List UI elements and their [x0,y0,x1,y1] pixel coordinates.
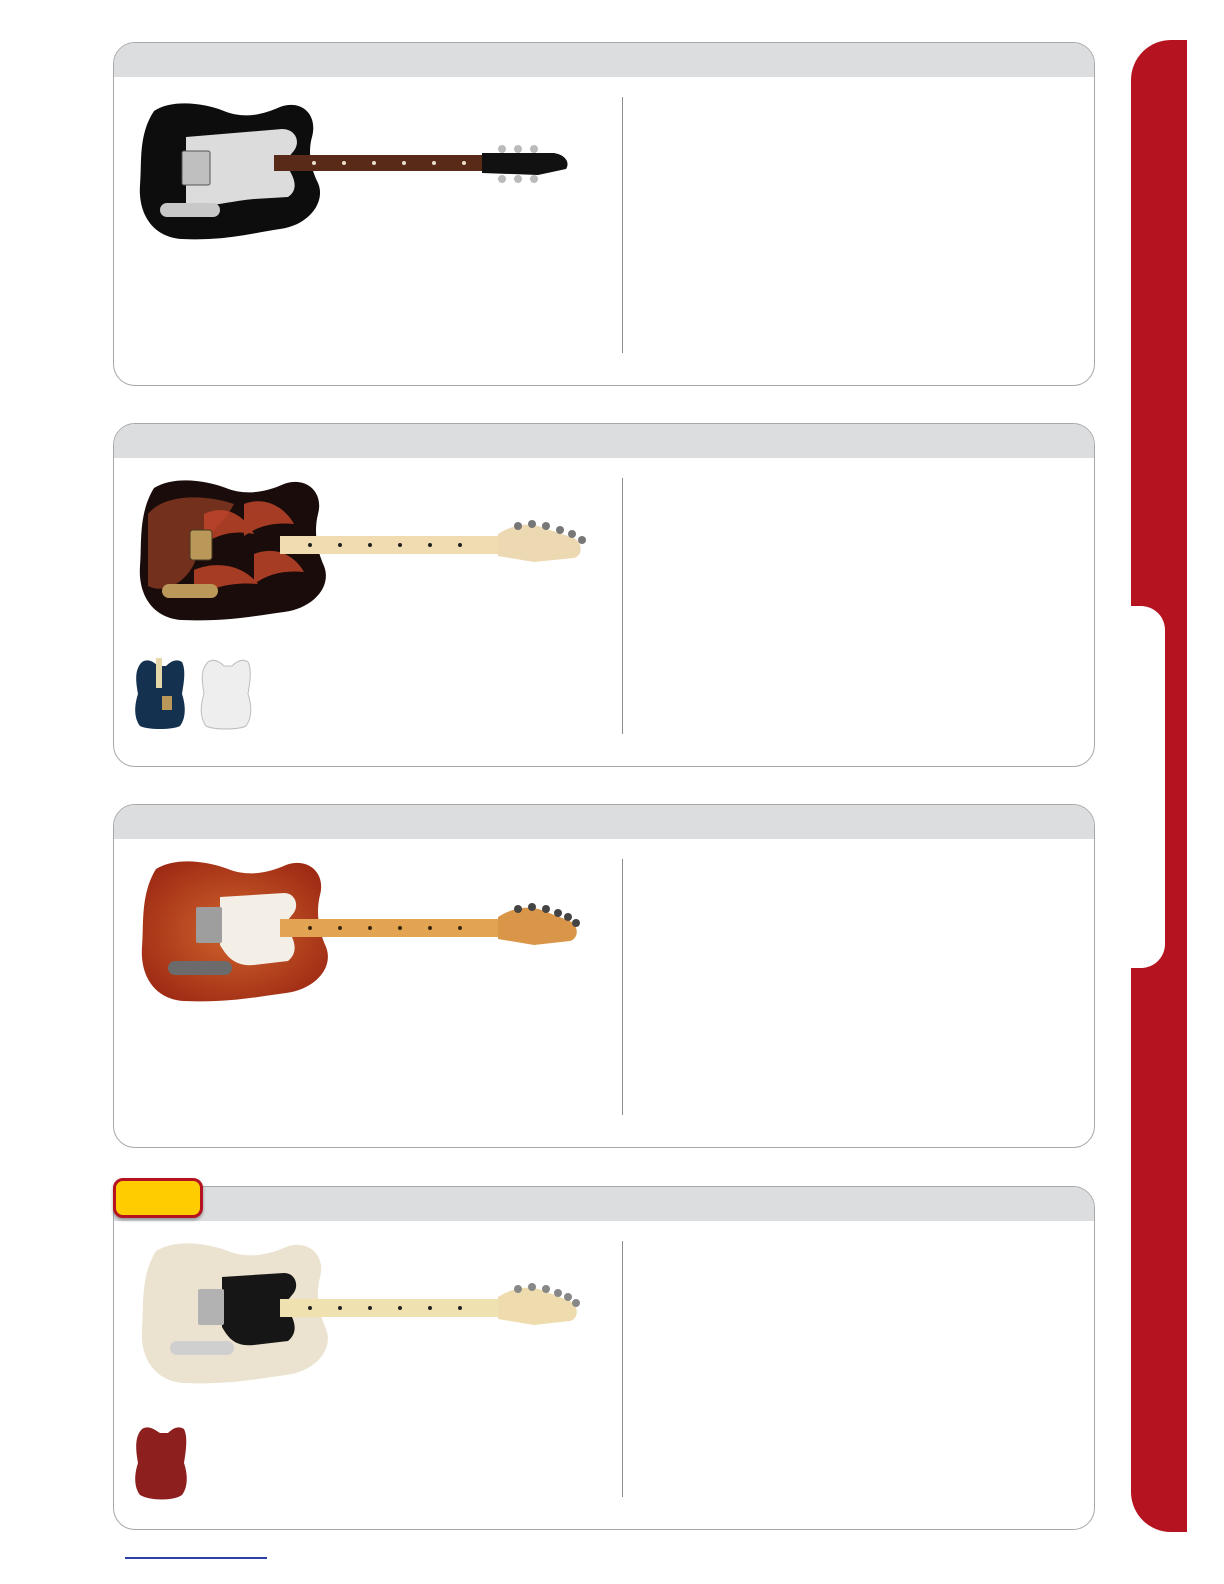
footer-link-underline[interactable] [125,1557,267,1559]
color-swatch-white [200,659,252,730]
panel-header [114,424,1094,458]
new-badge [113,1178,203,1218]
product-panel-2 [113,423,1095,767]
panel-header [114,805,1094,839]
product-panel-1 [113,42,1095,386]
side-tab-notch [1131,606,1165,968]
panel-divider [622,859,623,1115]
guitar-image-black-telecaster [139,103,568,240]
product-panel-4 [113,1186,1095,1530]
panel-divider [622,97,623,353]
panel-header [114,1187,1094,1221]
guitar-image-cherry-telecaster [141,861,580,1002]
panel-header [114,43,1094,77]
guitar-image-blonde-telecaster [141,1243,580,1384]
color-swatch-blue-paisley [135,658,185,729]
panel-divider [622,478,623,734]
color-swatch-dark-red [135,1427,187,1500]
product-panel-3 [113,804,1095,1148]
panel-divider [622,1241,623,1497]
guitar-image-paisley-flame-telecaster [139,480,586,621]
